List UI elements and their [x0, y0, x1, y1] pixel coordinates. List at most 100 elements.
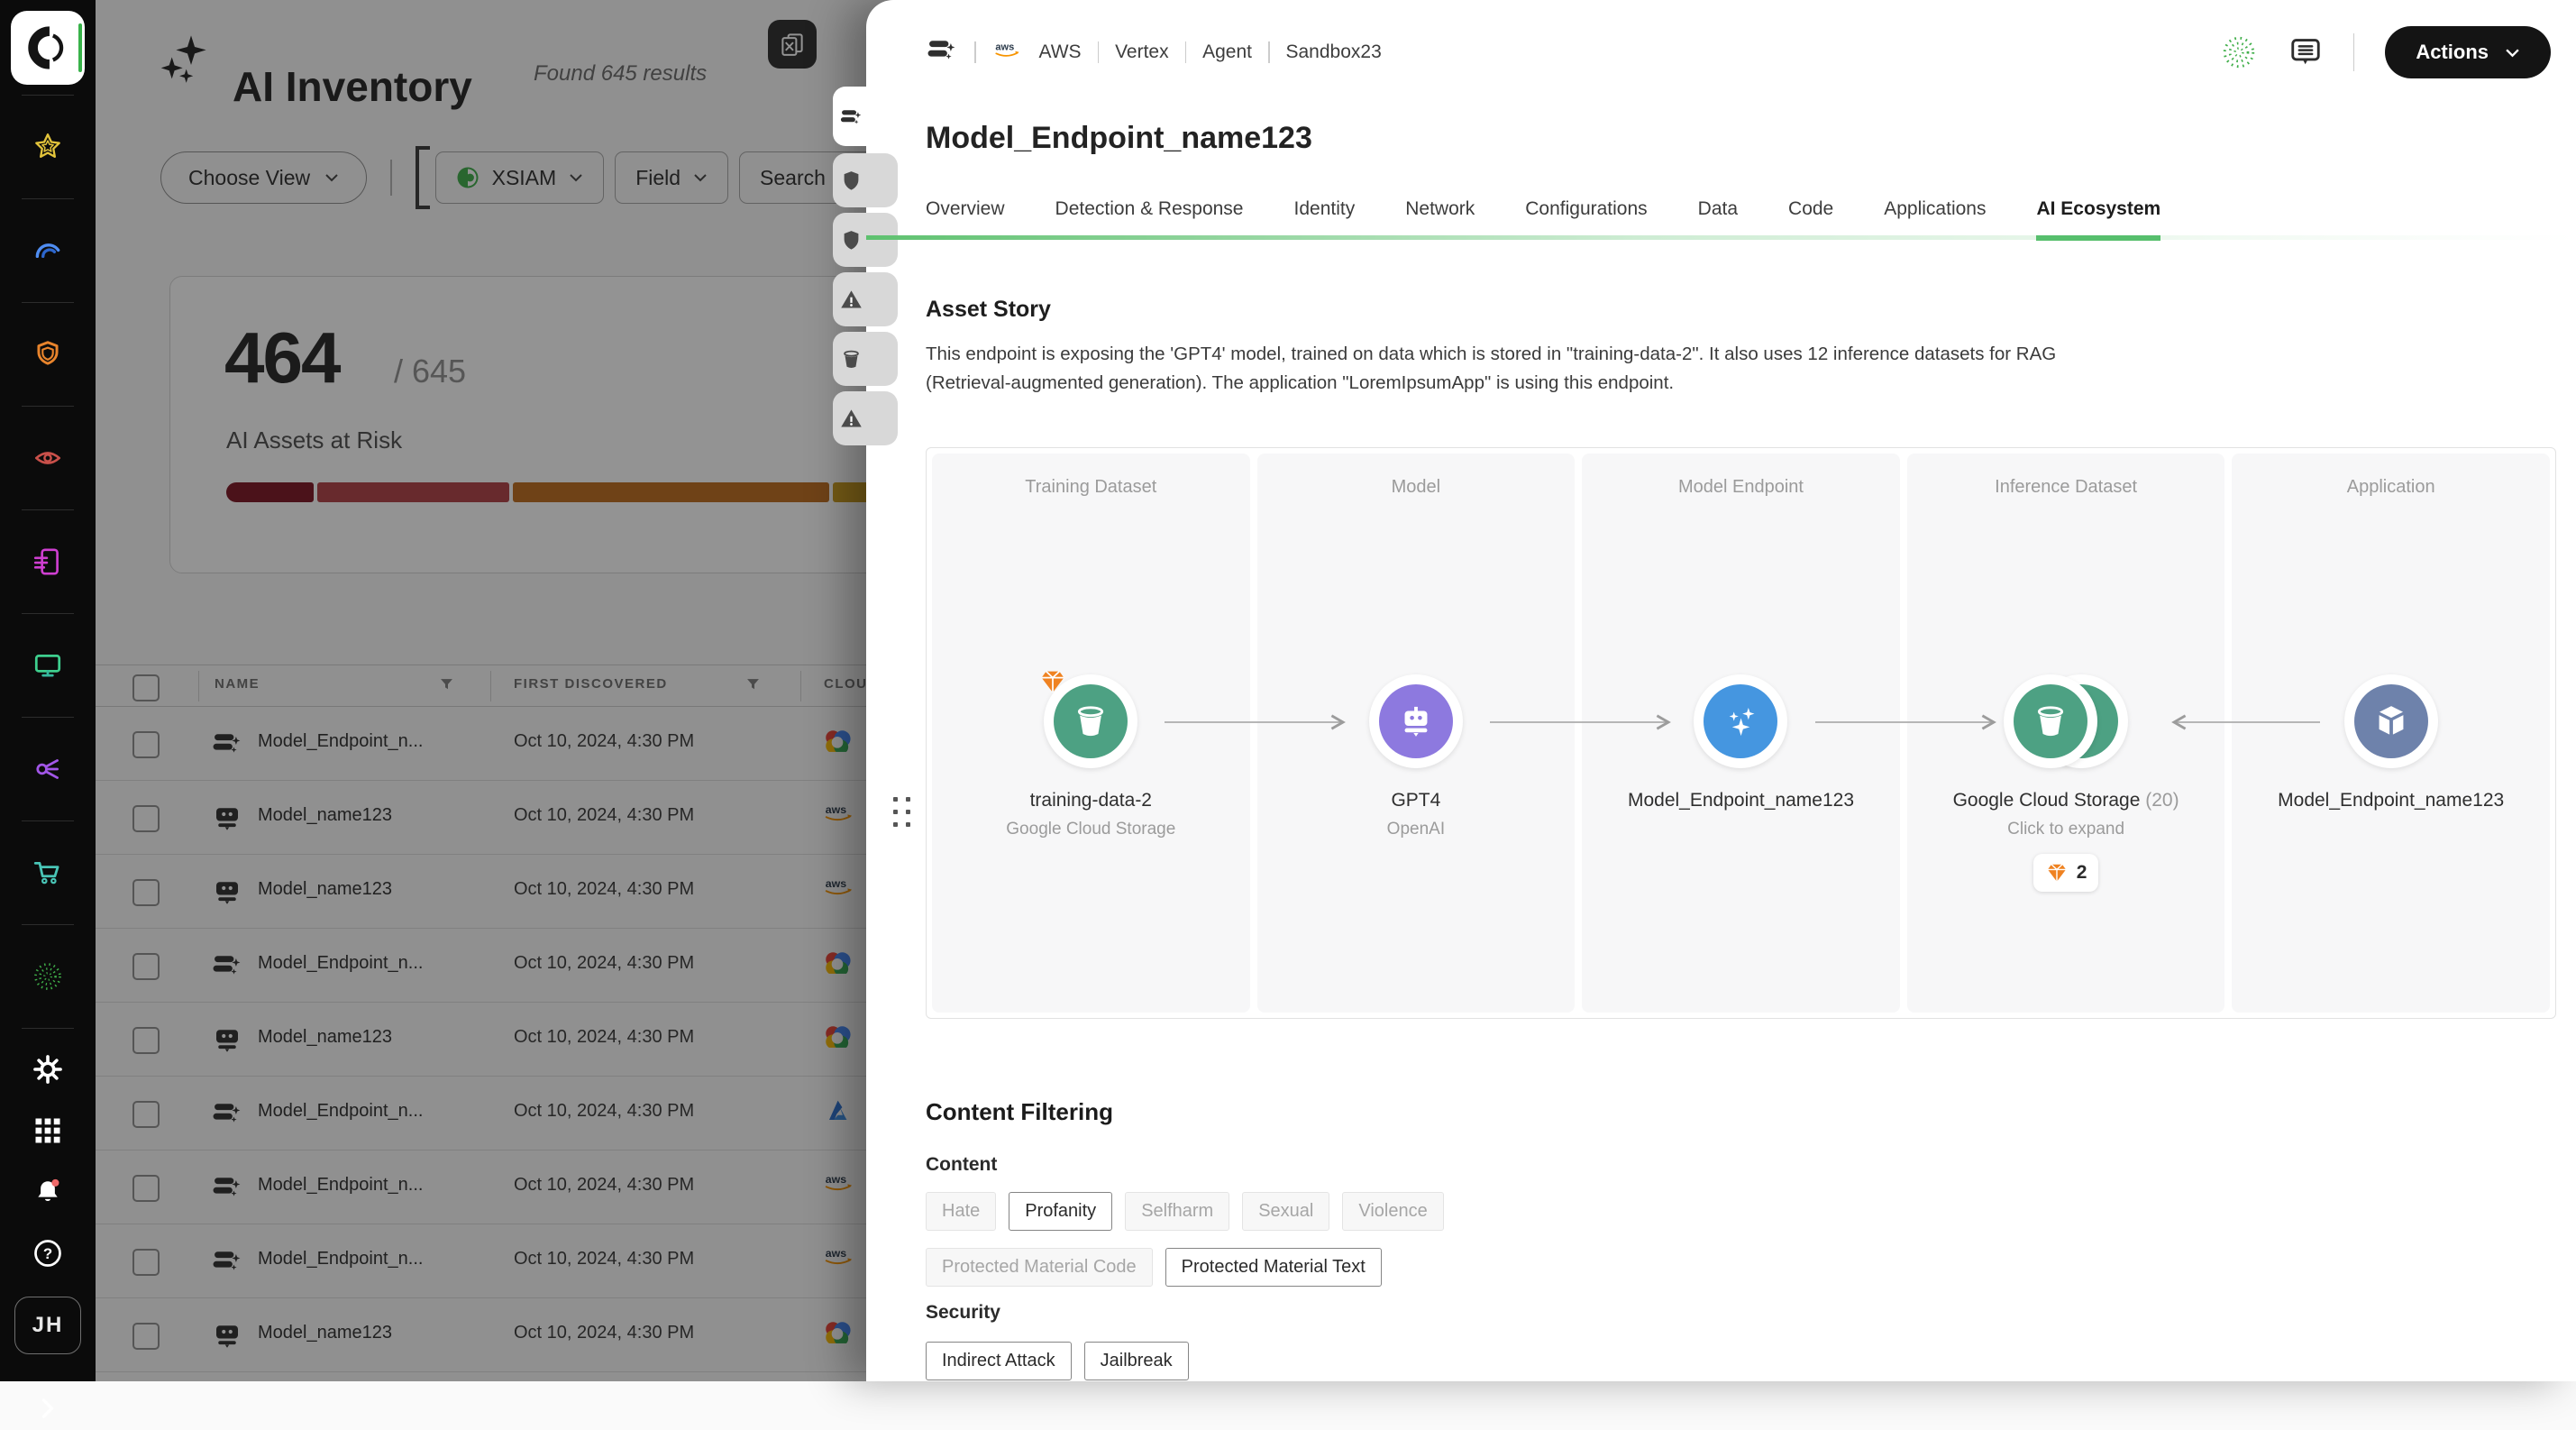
scope-dropdown[interactable]: XSIAM — [435, 151, 605, 204]
breadcrumb-item-vertex[interactable]: Vertex — [1115, 41, 1169, 63]
table-row[interactable]: Model_Endpoint_n... Oct 10, 2024, 4:30 P… — [96, 1150, 907, 1224]
node-inference-dataset-group[interactable] — [2004, 674, 2128, 768]
asset-name[interactable]: Model_name123 — [258, 879, 392, 900]
divider — [1098, 41, 1100, 63]
chip-violence[interactable]: Violence — [1342, 1192, 1443, 1231]
chip-jailbreak[interactable]: Jailbreak — [1084, 1342, 1189, 1380]
node-training-dataset[interactable] — [1044, 674, 1137, 768]
rail-tab-alert[interactable] — [833, 391, 898, 445]
filter-icon[interactable] — [746, 678, 760, 695]
breadcrumb-item-agent[interactable]: Agent — [1202, 41, 1252, 63]
sidebar-item-visibility[interactable] — [26, 436, 69, 480]
comments-button[interactable] — [2288, 35, 2323, 69]
tab-data[interactable]: Data — [1698, 198, 1738, 240]
select-all-checkbox[interactable] — [132, 674, 160, 701]
expand-hint[interactable]: Click to expand — [2007, 820, 2124, 839]
field-dropdown[interactable]: Field — [615, 151, 728, 204]
tab-configurations[interactable]: Configurations — [1525, 198, 1647, 240]
sidebar-item-favorites[interactable] — [26, 125, 69, 169]
tab-ai-ecosystem[interactable]: AI Ecosystem — [2036, 198, 2160, 240]
tab-code[interactable]: Code — [1788, 198, 1833, 240]
tab-applications[interactable]: Applications — [1884, 198, 1986, 240]
chip-indirect-attack[interactable]: Indirect Attack — [926, 1342, 1072, 1380]
row-checkbox[interactable] — [132, 953, 160, 980]
row-checkbox[interactable] — [132, 879, 160, 906]
chip-protected-material-code[interactable]: Protected Material Code — [926, 1248, 1153, 1287]
sidebar-item-endpoints[interactable] — [26, 644, 69, 687]
asset-name[interactable]: Model_name123 — [258, 805, 392, 826]
gem-count-badge[interactable]: 2 — [2033, 854, 2099, 892]
chip-protected-material-text[interactable]: Protected Material Text — [1165, 1248, 1382, 1287]
node-label[interactable]: Google Cloud Storage (20) — [1953, 790, 2179, 811]
asset-name[interactable]: Model_Endpoint_n... — [258, 1101, 423, 1122]
table-row[interactable]: Model_Endpoint_n... Oct 10, 2024, 4:30 P… — [96, 707, 907, 781]
notifications-button[interactable] — [26, 1170, 69, 1214]
help-button[interactable]: ? — [26, 1232, 69, 1275]
actions-button[interactable]: Actions — [2385, 26, 2551, 78]
asset-name[interactable]: Model_Endpoint_n... — [258, 731, 423, 752]
sidebar-item-protection[interactable] — [26, 333, 69, 376]
chip-sexual[interactable]: Sexual — [1242, 1192, 1329, 1231]
detail-tabs: Overview Detection & Response Identity N… — [866, 177, 2576, 240]
breadcrumb-item-sandbox23[interactable]: Sandbox23 — [1286, 41, 1382, 63]
chip-hate[interactable]: Hate — [926, 1192, 996, 1231]
row-checkbox[interactable] — [132, 1101, 160, 1128]
row-checkbox[interactable] — [132, 1323, 160, 1350]
asset-name[interactable]: Model_Endpoint_n... — [258, 1249, 423, 1270]
tab-detection-response[interactable]: Detection & Response — [1055, 198, 1244, 240]
sidebar-item-reports[interactable] — [26, 540, 69, 583]
rail-tab-alert[interactable] — [833, 272, 898, 326]
row-checkbox[interactable] — [132, 1175, 160, 1202]
apps-button[interactable] — [26, 1109, 69, 1152]
column-header-first-discovered[interactable]: FIRST DISCOVERED — [514, 676, 668, 692]
node-model-endpoint[interactable] — [1694, 674, 1787, 768]
node-label[interactable]: training-data-2 — [1030, 790, 1152, 811]
node-application[interactable] — [2344, 674, 2438, 768]
column-header-name[interactable]: NAME — [215, 676, 260, 692]
panel-resize-handle[interactable] — [893, 797, 910, 827]
table-row[interactable]: Model_Endpoint_n... Oct 10, 2024, 4:30 P… — [96, 929, 907, 1003]
rail-tab-dataset[interactable] — [833, 332, 898, 386]
sidebar-item-insights[interactable] — [26, 229, 69, 272]
table-row[interactable]: Model_Endpoint_n... Oct 10, 2024, 4:30 P… — [96, 1224, 907, 1298]
chip-profanity[interactable]: Profanity — [1009, 1192, 1112, 1231]
table-row[interactable]: Model_name123 Oct 10, 2024, 4:30 PM aws — [96, 781, 907, 855]
row-checkbox[interactable] — [132, 731, 160, 758]
collapse-sidebar-button[interactable] — [26, 1387, 69, 1430]
table-row[interactable]: Model_Endpoint_n... Oct 10, 2024, 4:30 P… — [96, 1077, 907, 1150]
row-checkbox[interactable] — [132, 805, 160, 832]
table-row[interactable] — [96, 1372, 907, 1381]
filter-icon[interactable] — [440, 678, 453, 695]
node-model[interactable] — [1369, 674, 1463, 768]
sidebar-item-connections[interactable] — [26, 747, 69, 791]
asset-name[interactable]: Model_name123 — [258, 1323, 392, 1343]
avatar[interactable]: JH — [14, 1297, 81, 1354]
ai-insights-button[interactable] — [2220, 33, 2258, 71]
ai-assets-at-risk-card[interactable]: 464 / 645 AI Assets at Risk — [169, 276, 901, 573]
choose-view-dropdown[interactable]: Choose View — [160, 151, 367, 204]
sidebar-item-marketplace[interactable] — [26, 851, 69, 894]
chip-selfharm[interactable]: Selfharm — [1125, 1192, 1229, 1231]
rail-tab-model-endpoint[interactable] — [833, 87, 898, 146]
chevron-right-icon — [32, 1392, 64, 1425]
table-row[interactable]: Model_name123 Oct 10, 2024, 4:30 PM aws — [96, 855, 907, 929]
node-label[interactable]: GPT4 — [1391, 790, 1440, 811]
breadcrumb-item-aws[interactable]: AWS — [1039, 41, 1082, 63]
tab-overview[interactable]: Overview — [926, 198, 1005, 240]
table-row[interactable]: Model_name123 Oct 10, 2024, 4:30 PM — [96, 1298, 907, 1372]
tab-identity[interactable]: Identity — [1294, 198, 1356, 240]
asset-name[interactable]: Model_name123 — [258, 1027, 392, 1048]
row-checkbox[interactable] — [132, 1027, 160, 1054]
sidebar-item-ai[interactable] — [26, 955, 69, 998]
settings-button[interactable] — [26, 1048, 69, 1091]
row-checkbox[interactable] — [132, 1249, 160, 1276]
tab-network[interactable]: Network — [1405, 198, 1475, 240]
brand-logo[interactable] — [11, 11, 85, 85]
node-label[interactable]: Model_Endpoint_name123 — [2278, 790, 2504, 811]
node-label[interactable]: Model_Endpoint_name123 — [1628, 790, 1854, 811]
close-panel-button[interactable] — [768, 20, 817, 69]
table-row[interactable]: Model_name123 Oct 10, 2024, 4:30 PM — [96, 1003, 907, 1077]
asset-name[interactable]: Model_Endpoint_n... — [258, 1175, 423, 1196]
asset-date: Oct 10, 2024, 4:30 PM — [514, 731, 694, 752]
asset-name[interactable]: Model_Endpoint_n... — [258, 953, 423, 974]
